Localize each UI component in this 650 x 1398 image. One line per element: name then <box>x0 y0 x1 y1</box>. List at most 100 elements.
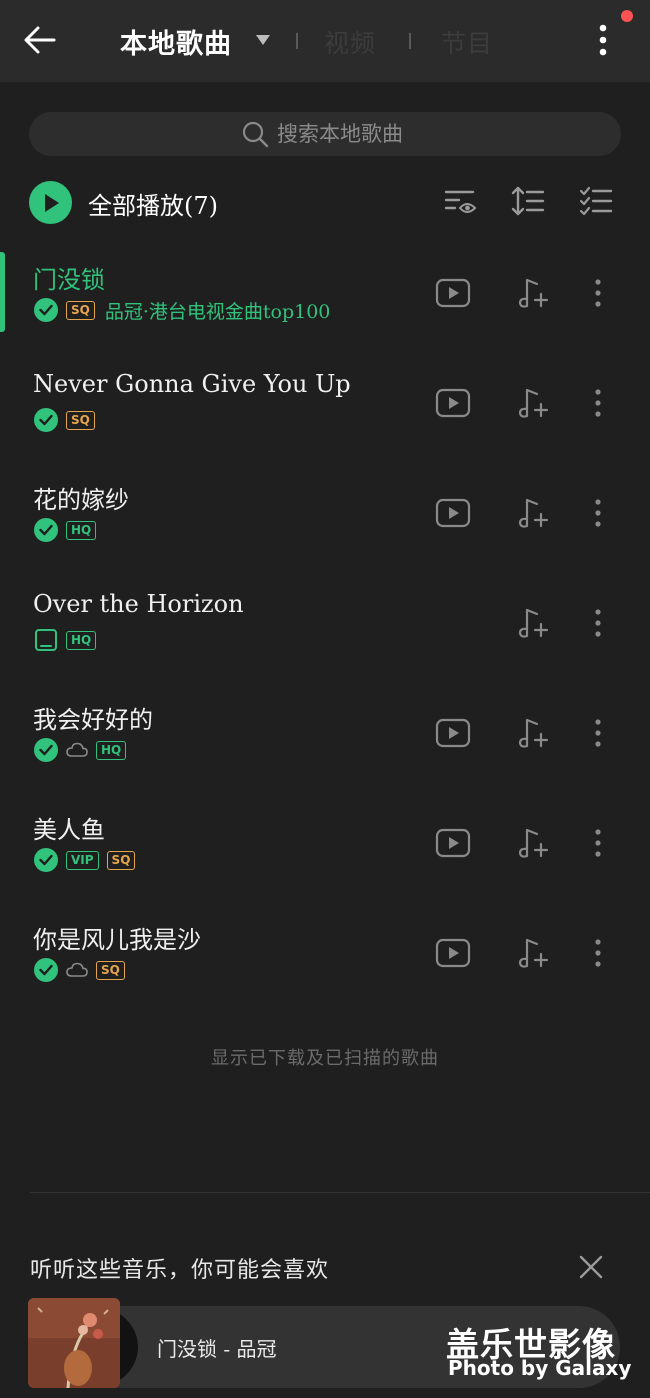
song-badges: HQ <box>34 738 127 762</box>
mv-play-icon <box>435 388 471 418</box>
add-to-playlist-button[interactable] <box>514 274 552 312</box>
song-title: 美人鱼 <box>33 816 105 844</box>
back-arrow-icon <box>24 26 56 54</box>
tab-programs[interactable]: 节目 <box>441 24 493 60</box>
now-playing-text[interactable]: 门没锁 - 品冠 <box>157 1333 276 1362</box>
song-row[interactable]: 我会好好的 HQ <box>0 692 650 802</box>
search-bar[interactable] <box>29 112 621 156</box>
quality-badge: HQ <box>96 740 127 760</box>
song-row[interactable]: 花的嫁纱 HQ <box>0 472 650 582</box>
more-vertical-icon <box>595 389 601 417</box>
close-icon[interactable] <box>574 1250 608 1284</box>
song-badges: HQ <box>34 628 97 652</box>
add-to-playlist-button[interactable] <box>514 714 552 752</box>
add-to-playlist-icon <box>518 938 549 968</box>
mv-button[interactable] <box>434 494 472 532</box>
play-all-button[interactable] <box>29 181 72 224</box>
tab-divider <box>409 33 411 49</box>
song-title: 花的嫁纱 <box>33 486 129 514</box>
mv-button[interactable] <box>434 824 472 862</box>
more-vertical-icon <box>595 279 601 307</box>
song-title: 你是风儿我是沙 <box>33 926 201 954</box>
add-to-playlist-icon <box>518 278 549 308</box>
song-row[interactable]: Never Gonna Give You Up SQ <box>0 362 650 472</box>
song-badges: SQ <box>34 408 95 432</box>
album-cover[interactable] <box>28 1298 120 1388</box>
song-row[interactable]: 美人鱼 VIP SQ <box>0 802 650 912</box>
recommend-title: 听听这些音乐，你可能会喜欢 <box>30 1258 330 1283</box>
mv-button[interactable] <box>434 274 472 312</box>
mv-play-icon <box>435 828 471 858</box>
mv-button[interactable] <box>434 384 472 422</box>
mv-play-icon <box>435 718 471 748</box>
quality-badge: HQ <box>66 520 97 540</box>
play-all-label[interactable]: 全部播放(7) <box>88 186 218 221</box>
tab-divider <box>296 33 298 49</box>
song-more-button[interactable] <box>579 824 617 862</box>
multi-select-icon[interactable] <box>578 184 614 220</box>
tab-local-songs[interactable]: 本地歌曲 <box>120 22 232 61</box>
caret-down-icon[interactable] <box>255 34 271 46</box>
check-icon <box>34 518 58 542</box>
more-vertical-icon <box>595 719 601 747</box>
vip-badge: VIP <box>66 850 99 870</box>
check-icon <box>34 408 58 432</box>
mv-play-icon <box>435 938 471 968</box>
mv-button[interactable] <box>434 714 472 752</box>
add-to-playlist-button[interactable] <box>514 604 552 642</box>
song-badges: SQ 品冠·港台电视金曲top100 <box>34 297 331 324</box>
song-more-button[interactable] <box>579 384 617 422</box>
more-vertical-icon <box>595 939 601 967</box>
add-to-playlist-icon <box>518 718 549 748</box>
quality-badge: SQ <box>66 300 95 320</box>
back-button[interactable] <box>18 18 62 62</box>
list-footer-note: 显示已下载及已扫描的歌曲 <box>211 1048 439 1069</box>
phone-icon <box>35 629 57 651</box>
song-title: 我会好好的 <box>33 706 153 734</box>
album-art-image <box>28 1298 120 1388</box>
song-title: 门没锁 <box>33 266 105 294</box>
add-to-playlist-button[interactable] <box>514 384 552 422</box>
quality-badge: SQ <box>106 850 136 870</box>
mv-button[interactable] <box>434 934 472 972</box>
song-more-button[interactable] <box>579 604 617 642</box>
more-vertical-icon <box>595 829 601 857</box>
add-to-playlist-icon <box>518 498 549 528</box>
song-row[interactable]: 门没锁 SQ 品冠·港台电视金曲top100 <box>0 252 650 362</box>
search-icon <box>242 121 269 148</box>
filter-eye-icon[interactable] <box>443 184 479 220</box>
song-badges: VIP SQ <box>34 848 136 872</box>
check-icon <box>34 738 58 762</box>
check-icon <box>34 958 58 982</box>
cloud-icon <box>66 962 88 977</box>
song-more-button[interactable] <box>579 274 617 312</box>
search-input[interactable] <box>277 112 517 156</box>
add-to-playlist-button[interactable] <box>514 494 552 532</box>
tab-videos[interactable]: 视频 <box>324 24 376 60</box>
quality-badge: SQ <box>66 410 95 430</box>
song-more-button[interactable] <box>579 934 617 972</box>
add-to-playlist-button[interactable] <box>514 824 552 862</box>
check-icon <box>34 298 58 322</box>
song-badges: SQ <box>34 958 125 982</box>
song-more-button[interactable] <box>579 494 617 532</box>
section-divider <box>30 1192 650 1193</box>
album-name[interactable]: 品冠·港台电视金曲top100 <box>105 297 331 324</box>
top-bar: 本地歌曲 视频 节目 <box>0 0 650 82</box>
now-playing-indicator <box>0 252 5 332</box>
quality-badge: SQ <box>96 960 125 980</box>
add-to-playlist-button[interactable] <box>514 934 552 972</box>
mv-play-icon <box>435 498 471 528</box>
more-vertical-icon[interactable] <box>588 18 618 62</box>
watermark: 盖乐世影像 Photo by Galaxy <box>446 1318 636 1382</box>
song-row[interactable]: Over the Horizon HQ <box>0 582 650 692</box>
quality-badge: HQ <box>66 630 97 650</box>
play-icon <box>44 193 59 212</box>
song-title: Over the Horizon <box>33 590 244 618</box>
cloud-icon <box>66 742 88 757</box>
song-row[interactable]: 你是风儿我是沙 SQ <box>0 912 650 1022</box>
watermark-en: Photo by Galaxy <box>448 1356 632 1380</box>
sort-icon[interactable] <box>510 184 546 220</box>
song-more-button[interactable] <box>579 714 617 752</box>
add-to-playlist-icon <box>518 388 549 418</box>
